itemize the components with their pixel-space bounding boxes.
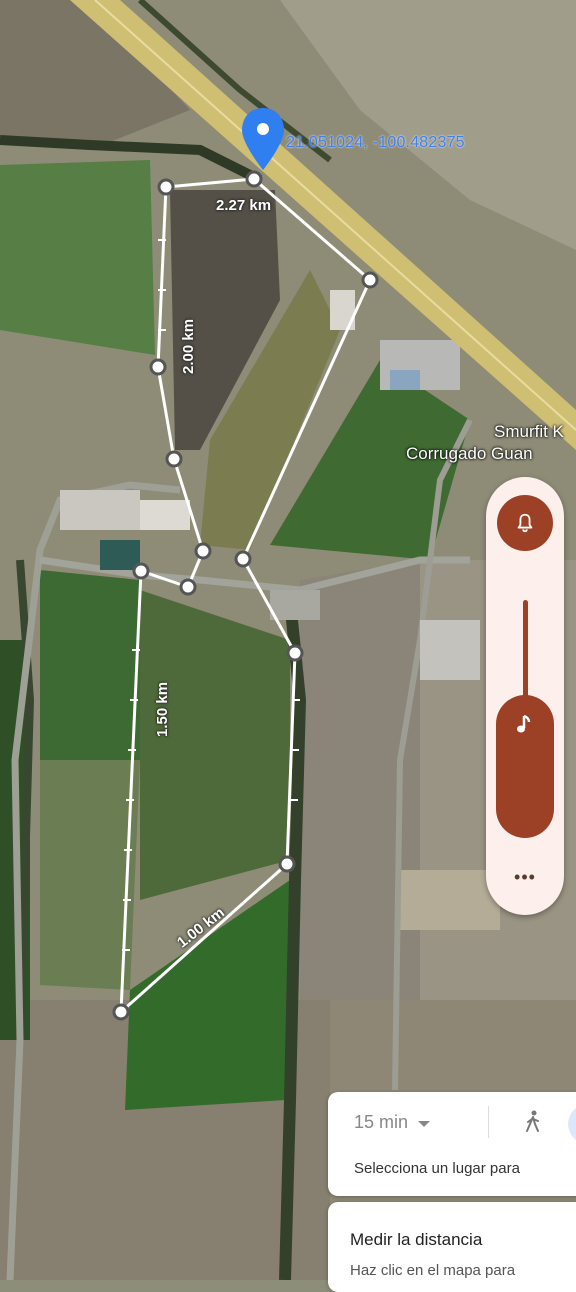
measure-title: Medir la distancia	[350, 1230, 483, 1249]
walk-icon[interactable]	[524, 1110, 542, 1134]
ringer-mode-button[interactable]	[497, 495, 553, 551]
volume-panel: •••	[486, 477, 564, 915]
distance-label-segment-2: 2.00 km	[180, 318, 197, 374]
time-value: 15 min	[354, 1112, 409, 1132]
more-options-button[interactable]: •••	[510, 865, 540, 889]
travel-mode-button[interactable]	[568, 1104, 576, 1144]
measure-distance-card[interactable]: Medir la distancia Haz clic en el mapa p…	[328, 1202, 576, 1292]
place-label-corrugado[interactable]: Corrugado Guan	[406, 444, 533, 464]
chevron-down-icon	[418, 1120, 431, 1127]
time-dropdown[interactable]: 15 min	[354, 1112, 431, 1133]
place-label-smurfit[interactable]: Smurfit K	[494, 422, 564, 442]
divider	[488, 1106, 489, 1138]
music-note-icon	[517, 714, 531, 733]
bell-icon	[517, 513, 533, 533]
coordinates-label: 21.051024, -100.482375	[286, 134, 465, 151]
volume-slider-handle[interactable]	[496, 695, 554, 838]
distance-label-segment-1: 2.27 km	[216, 197, 272, 214]
select-place-text: Selecciona un lugar para	[354, 1160, 520, 1177]
measure-hint: Haz clic en el mapa para	[350, 1262, 516, 1279]
directions-card[interactable]: 15 min Selecciona un lugar para	[328, 1092, 576, 1196]
distance-label-segment-3: 1.50 km	[154, 681, 171, 737]
